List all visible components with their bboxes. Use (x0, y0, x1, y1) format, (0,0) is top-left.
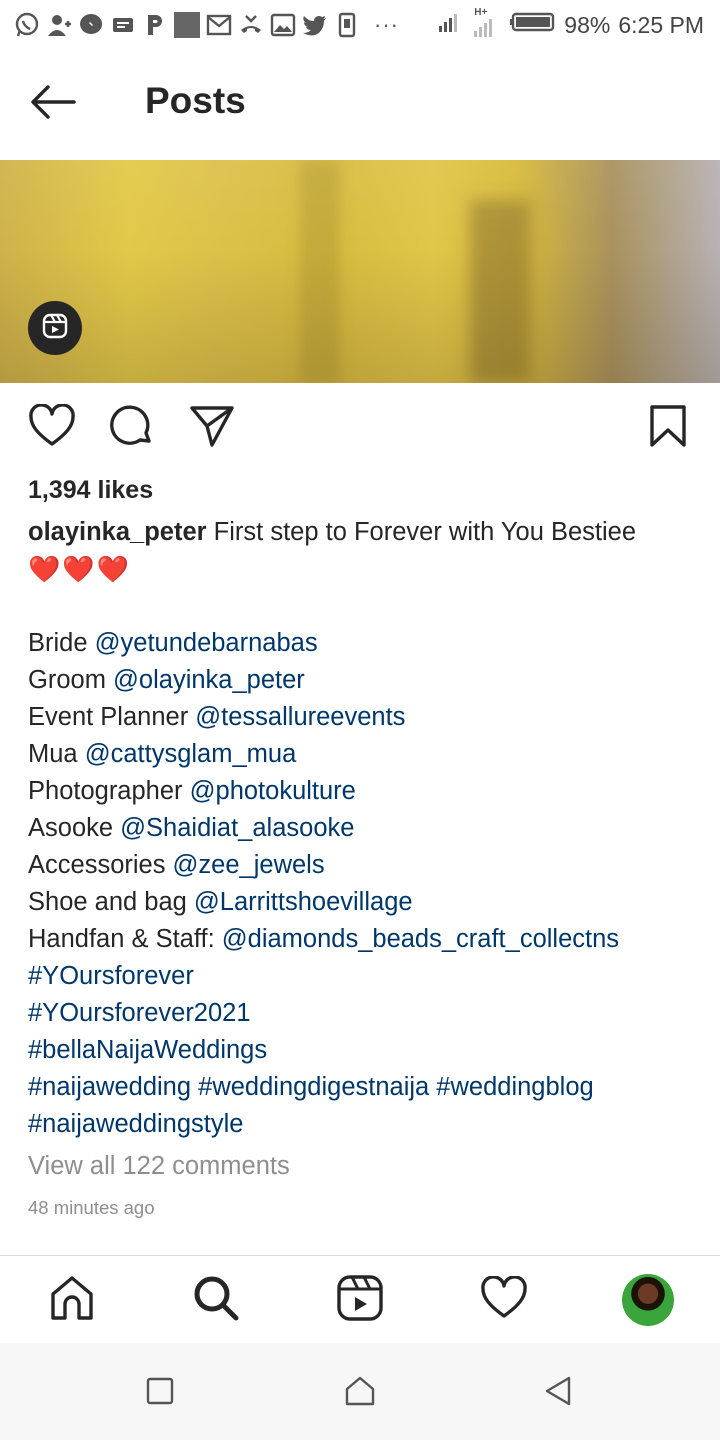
signal-icon (438, 10, 464, 40)
mention-link[interactable]: @Larrittshoevillage (194, 888, 413, 916)
post-actions (0, 383, 720, 473)
mention-link[interactable]: @tessallureevents (195, 703, 405, 731)
mention-link[interactable]: @zee_jewels (173, 851, 325, 879)
credit-label: Bride (28, 629, 95, 657)
nav-home[interactable] (46, 1274, 98, 1326)
reel-badge (28, 301, 82, 355)
caption-emoji: ❤️❤️❤️ (28, 554, 132, 584)
arrow-left-icon (28, 84, 76, 125)
p-icon (142, 12, 168, 38)
battery-icon (510, 10, 556, 40)
credit-label: Asooke (28, 814, 121, 842)
back-triangle-icon (543, 1375, 573, 1412)
credit-label: Handfan & Staff: (28, 925, 222, 953)
comment-icon (109, 403, 155, 454)
share-button[interactable] (187, 405, 237, 451)
system-status: H+ 98% 6:25 PM (438, 7, 704, 41)
heart-icon (28, 402, 76, 453)
credit-label: Photographer (28, 777, 190, 805)
home-icon (48, 1275, 96, 1326)
status-bar: ··· H+ 98% 6:25 PM (0, 0, 720, 50)
credit-line: Accessories @zee_jewels (28, 847, 698, 884)
whatsapp-icon (14, 12, 40, 38)
twitter-icon (302, 12, 328, 38)
missed-call-icon (238, 12, 264, 38)
mention-link[interactable]: @olayinka_peter (113, 666, 305, 694)
mention-link[interactable]: @yetundebarnabas (95, 629, 318, 657)
messenger-icon (78, 12, 104, 38)
home-circle-icon (344, 1375, 376, 1412)
save-button[interactable] (643, 404, 693, 453)
page-title: Posts (145, 80, 246, 121)
credit-line: Shoe and bag @Larrittshoevillage (28, 884, 698, 921)
nav-search[interactable] (190, 1274, 242, 1326)
likes-count[interactable]: 1,394 likes (28, 476, 153, 505)
share-icon (189, 404, 235, 453)
mention-link[interactable]: @cattysglam_mua (85, 740, 297, 768)
app-header: Posts (0, 50, 720, 160)
credit-line: Asooke @Shaidiat_alasooke (28, 810, 698, 847)
search-icon (192, 1274, 240, 1327)
mobile-data-icon: H+ (472, 7, 502, 39)
nav-activity[interactable] (478, 1274, 530, 1326)
clock: 6:25 PM (618, 11, 704, 38)
notification-icons: ··· (14, 9, 399, 41)
message-icon (110, 12, 136, 38)
credit-label: Mua (28, 740, 85, 768)
hashtag-line[interactable]: #bellaNaijaWeddings (28, 1032, 698, 1069)
credit-line: Event Planner @tessallureevents (28, 699, 698, 736)
system-home-button[interactable] (340, 1373, 380, 1413)
recents-button[interactable] (140, 1373, 180, 1413)
mention-link[interactable]: @photokulture (190, 777, 356, 805)
nav-profile[interactable] (622, 1274, 674, 1326)
gray-square-icon (174, 12, 200, 38)
credit-line: Handfan & Staff: @diamonds_beads_craft_c… (28, 921, 698, 958)
view-comments-link[interactable]: View all 122 comments (28, 1152, 290, 1181)
caption-first-line: olayinka_peter First step to Forever wit… (28, 514, 698, 551)
credit-line: Photographer @photokulture (28, 773, 698, 810)
like-button[interactable] (27, 402, 77, 453)
credit-line: Bride @yetundebarnabas (28, 625, 698, 662)
credit-label: Event Planner (28, 703, 196, 731)
system-back-button[interactable] (538, 1373, 578, 1413)
post-timestamp: 48 minutes ago (28, 1197, 155, 1218)
profile-avatar (622, 1274, 674, 1326)
phone-storage-icon (334, 12, 360, 38)
recents-square-icon (146, 1377, 174, 1410)
add-contact-icon (46, 12, 72, 38)
nav-reels[interactable] (334, 1274, 386, 1326)
caption-username[interactable]: olayinka_peter (28, 518, 207, 546)
hashtag-line[interactable]: #naijaweddingstyle (28, 1106, 698, 1143)
post-caption: olayinka_peter First step to Forever wit… (28, 514, 698, 1143)
gallery-icon (270, 12, 296, 38)
gmail-icon (206, 12, 232, 38)
comment-button[interactable] (107, 405, 157, 451)
mention-link[interactable]: @Shaidiat_alasooke (120, 814, 354, 842)
caption-text: First step to Forever with You Bestiee (206, 518, 637, 546)
credit-line: Mua @cattysglam_mua (28, 736, 698, 773)
credit-label: Groom (28, 666, 114, 694)
system-navigation-bar (0, 1343, 720, 1440)
bottom-nav (0, 1255, 720, 1343)
credit-line: Groom @olayinka_peter (28, 662, 698, 699)
media-shading (0, 160, 720, 383)
credit-label: Accessories (28, 851, 173, 879)
hashtag-line[interactable]: #YOursforever2021 (28, 995, 698, 1032)
battery-percent: 98% (564, 11, 611, 38)
activity-heart-icon (480, 1274, 528, 1325)
hashtag-line[interactable]: #YOursforever (28, 958, 698, 995)
reels-icon (336, 1274, 384, 1327)
reels-icon (42, 313, 68, 344)
overflow-dots: ··· (374, 12, 399, 37)
credit-label: Shoe and bag (28, 888, 194, 916)
mention-link[interactable]: @diamonds_beads_craft_collectns (222, 925, 619, 953)
bookmark-icon (648, 404, 688, 453)
back-button[interactable] (28, 80, 84, 128)
post-media[interactable] (0, 160, 720, 383)
hashtag-line[interactable]: #naijawedding #weddingdigestnaija #weddi… (28, 1069, 698, 1106)
